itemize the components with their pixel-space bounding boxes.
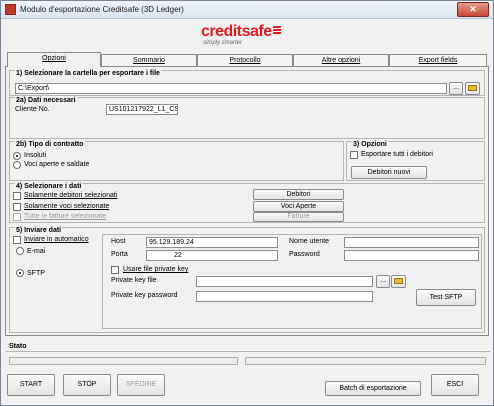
folder-group: 1) Selezionare la cartella per esportare…: [9, 70, 485, 96]
open-key-folder-button[interactable]: [391, 275, 406, 288]
contract-type-title: 2b) Tipo di contratto: [15, 141, 85, 148]
selected-debtors-label: Solamente debitori selezionati: [24, 192, 118, 199]
client-number-label: Cliente No.: [15, 106, 50, 113]
private-key-file-label: Private key file: [111, 277, 157, 284]
radio-voci-aperte-label: Voci aperte e saldate: [24, 161, 90, 168]
status-progress-bar: [9, 357, 238, 365]
tab-label: Altre opzioni: [321, 57, 361, 64]
port-label: Porta: [111, 251, 128, 258]
selected-items-label: Solamente voci selezionate: [24, 203, 110, 210]
radio-insoluti-label: Insoluti: [24, 152, 47, 159]
test-sftp-button[interactable]: Test SFTP: [416, 289, 476, 306]
folder-icon: [394, 278, 403, 284]
exit-button[interactable]: ESCI: [431, 374, 479, 396]
radio-email-label: E-mai: [27, 248, 46, 255]
close-button[interactable]: ✕: [457, 2, 489, 17]
title-bar[interactable]: Modulo d'esportazione Creditsafe (3D Led…: [1, 1, 493, 19]
tab-sommario[interactable]: Sommario: [101, 54, 197, 66]
status-title: Stato: [9, 343, 27, 350]
app-icon: [5, 4, 16, 15]
open-items-button[interactable]: Voci Aperte: [253, 201, 344, 212]
send-data-title: 5) Inviare dati: [15, 227, 63, 234]
tab-label: Protocollo: [229, 57, 261, 64]
new-debtors-button[interactable]: Debitori nuovi: [351, 166, 427, 179]
start-button[interactable]: START: [7, 374, 55, 396]
logo-tagline: simply smarter: [203, 40, 243, 46]
invoices-button[interactable]: Fatture: [253, 212, 344, 222]
host-label: Host: [111, 238, 126, 245]
logo-brand: creditsafe: [201, 23, 272, 40]
private-key-checkbox[interactable]: [111, 266, 119, 274]
window-title: Modulo d'esportazione Creditsafe (3D Led…: [20, 5, 184, 14]
main-window: Modulo d'esportazione Creditsafe (3D Led…: [0, 0, 494, 406]
tab-label: Sommario: [133, 57, 165, 64]
radio-insoluti[interactable]: [13, 152, 21, 160]
select-data-group: 4) Selezionare i dati Solamente debitori…: [9, 183, 485, 223]
send-data-group: 5) Inviare dati Inviare in automatico E-…: [9, 227, 485, 333]
auto-send-checkbox[interactable]: [13, 236, 21, 244]
client-number-field[interactable]: US101217922_L1_CS3: [106, 104, 178, 115]
username-label: Nome utente: [289, 238, 330, 245]
selected-invoices-checkbox[interactable]: [13, 213, 21, 221]
tab-export-fields[interactable]: Export fields: [389, 54, 487, 66]
status-message-bar: [245, 357, 486, 365]
auto-send-label: Inviare in automatico: [24, 236, 89, 243]
radio-voci-aperte[interactable]: [13, 161, 21, 169]
folder-icon: [468, 85, 477, 91]
selected-invoices-label: Tutte le fatture selezionate: [24, 213, 107, 220]
radio-sftp[interactable]: [16, 269, 24, 277]
batch-export-button[interactable]: Batch di esportazione: [325, 381, 421, 396]
options-group: 3) Opzioni Esportare tutti i debitori De…: [346, 141, 485, 181]
tab-altre-opzioni[interactable]: Altre opzioni: [293, 54, 389, 66]
username-field[interactable]: [344, 237, 479, 248]
selected-debtors-checkbox[interactable]: [13, 192, 21, 200]
status-divider: [6, 351, 490, 352]
radio-email[interactable]: [16, 247, 24, 255]
required-data-group: 2a) Dati necessari Cliente No. US1012179…: [9, 97, 485, 139]
export-all-label: Esportare tutti i debitori: [361, 151, 433, 158]
open-folder-button[interactable]: [465, 82, 480, 95]
options-group-title: 3) Opzioni: [352, 141, 388, 148]
tab-protocollo[interactable]: Protocollo: [197, 54, 293, 66]
port-field[interactable]: 22: [146, 250, 278, 261]
selected-items-checkbox[interactable]: [13, 203, 21, 211]
tab-opzioni[interactable]: Opzioni: [7, 52, 101, 67]
browse-key-button[interactable]: ...: [376, 275, 390, 288]
select-data-title: 4) Selezionare i dati: [15, 183, 83, 190]
private-key-password-label: Private key password: [111, 292, 178, 299]
password-field[interactable]: [344, 250, 479, 261]
sftp-settings-group: Host 95.129.189.24 Porta 22 Nome utente …: [102, 234, 482, 329]
private-key-password-field[interactable]: [196, 291, 373, 302]
password-label: Password: [289, 251, 320, 258]
creditsafe-logo: creditsafe simply smarter: [201, 23, 293, 49]
logo-mark-icon: [272, 26, 282, 35]
send-button[interactable]: SPEDIRE: [117, 374, 165, 396]
stop-button[interactable]: STOP: [63, 374, 111, 396]
required-data-title: 2a) Dati necessari: [15, 97, 77, 104]
private-key-check-label: Usare file private key: [123, 266, 189, 273]
private-key-file-field[interactable]: [196, 276, 373, 287]
host-field[interactable]: 95.129.189.24: [146, 237, 278, 248]
radio-sftp-label: SFTP: [27, 270, 45, 277]
debtors-button[interactable]: Debitori: [253, 189, 344, 200]
contract-type-group: 2b) Tipo di contratto Insoluti Voci aper…: [9, 141, 344, 181]
tab-label: Export fields: [418, 57, 458, 64]
tab-label: Opzioni: [42, 55, 66, 62]
export-path-input[interactable]: C:\Export\: [15, 83, 447, 94]
export-all-checkbox[interactable]: [350, 151, 358, 159]
browse-path-button[interactable]: ...: [449, 82, 463, 95]
options-panel: 1) Selezionare la cartella per esportare…: [5, 66, 489, 336]
folder-group-title: 1) Selezionare la cartella per esportare…: [15, 70, 161, 77]
